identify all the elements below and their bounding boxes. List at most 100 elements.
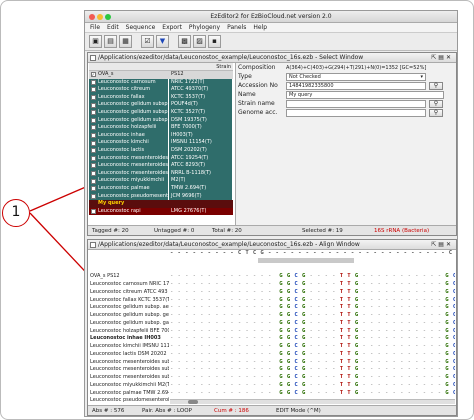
menu-panels[interactable]: Panels <box>227 23 246 32</box>
checkbox-icon[interactable]: ✓ <box>90 140 96 146</box>
align-window-icon[interactable]: ▨ <box>193 35 206 48</box>
alignment-name[interactable]: Leuconostoc palmae TMW 2.694 <box>89 390 169 398</box>
table-row[interactable]: ✓ OVA_s PS12 <box>89 71 233 79</box>
alignment-name[interactable]: Leuconostoc mesenteroides sub <box>89 359 169 367</box>
name-field[interactable]: My query <box>286 90 444 99</box>
window-controls[interactable]: ⇱▤✕ <box>431 240 453 249</box>
alignment-name[interactable]: Leuconostoc mesenteroides sub <box>89 374 169 382</box>
strain-search-icon[interactable]: ⚲ <box>429 99 443 108</box>
table-row[interactable]: ✓Leuconostoc mesenteroides sub...NRRL B-… <box>89 169 233 178</box>
table-row[interactable]: ✓Leuconostoc gelidum subsp. ae...POUF4d(… <box>89 101 233 109</box>
table-row[interactable]: ✓ Leuconostoc holzapfelii BFE 7000(T) <box>89 124 233 132</box>
checkbox-icon[interactable]: ✓ <box>90 193 96 199</box>
table-row[interactable]: ✓Leuconostoc mesenteroides sub...ATCC 19… <box>89 154 233 163</box>
row-checkbox[interactable]: ✓ <box>89 79 97 87</box>
alignment-name[interactable] <box>89 250 169 258</box>
checkbox-icon[interactable]: ✓ <box>90 95 96 101</box>
row-checkbox[interactable]: ✓ <box>89 185 97 193</box>
table-row[interactable]: My query <box>89 200 233 208</box>
alignment-name[interactable] <box>89 266 169 274</box>
strain-header[interactable]: Strain <box>169 63 233 70</box>
row-checkbox[interactable]: ✓ <box>89 71 97 79</box>
checkbox-icon[interactable]: ✓ <box>90 163 96 169</box>
alignment-name[interactable] <box>89 258 169 266</box>
strain-field[interactable] <box>286 99 426 108</box>
accession-field[interactable]: 14841982335800 <box>286 81 426 90</box>
row-checkbox[interactable]: ✓ <box>89 208 97 216</box>
menu-sequence[interactable]: Sequence <box>126 23 156 32</box>
checkbox-icon[interactable]: ✓ <box>90 178 96 184</box>
tree-window-icon[interactable]: ▪ <box>208 35 221 48</box>
alignment-name[interactable]: Leuconostoc citreum ATCC 493 <box>89 289 169 297</box>
alignment-name[interactable]: Leuconostoc gelidum subsp. ae <box>89 304 169 312</box>
alignment-name[interactable]: Leuconostoc inhae IH003 <box>89 335 169 343</box>
table-row[interactable]: ✓ Leuconostoc fallax KCTC 3537(T) <box>89 93 233 102</box>
checkbox-icon[interactable]: ✓ <box>90 110 96 116</box>
checkbox-icon[interactable]: ✓ <box>90 186 96 192</box>
row-checkbox[interactable]: ✓ <box>89 147 97 155</box>
alignment-name[interactable]: Leuconostoc mesenteroides sub <box>89 366 169 374</box>
filter-icon[interactable]: ▼ <box>156 35 169 48</box>
checkbox-icon[interactable]: ✓ <box>90 148 96 154</box>
checkbox-icon[interactable]: ✓ <box>90 171 96 177</box>
scroll-thumb[interactable] <box>188 400 198 404</box>
alignment-name[interactable]: Leuconostoc carnosum NRIC 17 <box>89 281 169 289</box>
alignment-name[interactable]: Leuconostoc gelidum subsp. ga <box>89 320 169 328</box>
zoom-icon[interactable] <box>105 14 111 20</box>
alignment-name[interactable]: Leuconostoc fallax KCTC 3537(T <box>89 297 169 305</box>
row-checkbox[interactable]: ✓ <box>89 155 97 163</box>
checkbox-icon[interactable]: ✓ <box>90 155 96 161</box>
alignment-name[interactable]: Leuconostoc gelidum subsp. gel <box>89 312 169 320</box>
alignment-name[interactable]: Leuconostoc kimchii IMSNU 111 <box>89 343 169 351</box>
checkbox-icon[interactable]: ✓ <box>90 102 96 108</box>
minimize-icon[interactable] <box>97 14 103 20</box>
checkbox-icon[interactable]: ✓ <box>90 208 96 214</box>
close-icon[interactable] <box>89 14 95 20</box>
table-row[interactable]: ✓Leuconostoc gelidum subsp. gel...KCTC 3… <box>89 108 233 117</box>
checkbox-icon[interactable]: ✓ <box>90 72 96 78</box>
type-select[interactable]: Not Checked ▾ <box>286 72 426 81</box>
checkbox-icon[interactable]: ✓ <box>90 79 96 85</box>
menu-export[interactable]: Export <box>162 23 182 32</box>
genome-search-icon[interactable]: ⚲ <box>429 108 443 117</box>
window-controls[interactable]: ⇱▤✕ <box>431 53 453 62</box>
row-checkbox[interactable] <box>89 200 97 208</box>
menu-file[interactable]: File <box>90 23 100 32</box>
save-icon[interactable]: ▤ <box>104 35 117 48</box>
genome-field[interactable] <box>286 108 426 117</box>
checkbox-icon[interactable]: ✓ <box>90 133 96 139</box>
row-checkbox[interactable]: ✓ <box>89 86 97 94</box>
table-row[interactable]: ✓ Leuconostoc carnosum NRIC 1722(T) <box>89 78 233 87</box>
row-checkbox[interactable]: ✓ <box>89 177 97 185</box>
accession-search-icon[interactable]: ⚲ <box>429 81 443 90</box>
table-row[interactable]: ✓Leuconostoc pseudomesenteroi...JCM 9696… <box>89 192 233 201</box>
table-row[interactable]: ✓ Leuconostoc miyukkimchii M2(T) <box>89 177 233 185</box>
alignment-name[interactable]: Leuconostoc lactis DSM 20202 <box>89 351 169 359</box>
row-checkbox[interactable]: ✓ <box>89 139 97 147</box>
table-row[interactable]: ✓ Leuconostoc citreum ATCC 49370(T) <box>89 86 233 94</box>
tag-icon[interactable]: ☑ <box>141 35 154 48</box>
save-as-icon[interactable]: ▦ <box>119 35 132 48</box>
menu-phylogeny[interactable]: Phylogeny <box>189 23 220 32</box>
row-checkbox[interactable]: ✓ <box>89 101 97 109</box>
window-menu-icon[interactable] <box>90 242 96 248</box>
horizontal-scrollbar[interactable] <box>170 399 455 404</box>
checkbox-icon[interactable]: ✓ <box>90 117 96 123</box>
alignment-name[interactable]: Leuconostoc holzapfelii BFE 700 <box>89 328 169 336</box>
window-menu-icon[interactable] <box>90 55 96 61</box>
row-checkbox[interactable]: ✓ <box>89 109 97 117</box>
menu-edit[interactable]: Edit <box>107 23 119 32</box>
row-checkbox[interactable]: ✓ <box>89 94 97 102</box>
checkbox-icon[interactable]: ✓ <box>90 125 96 131</box>
row-checkbox[interactable]: ✓ <box>89 162 97 170</box>
row-checkbox[interactable]: ✓ <box>89 124 97 132</box>
alignment-name[interactable]: Leuconostoc miyukkimchii M2(T <box>89 382 169 390</box>
table-row[interactable]: ✓ Leuconostoc lactis DSM 20202(T) <box>89 146 233 155</box>
checkbox-icon[interactable]: ✓ <box>90 87 96 93</box>
row-checkbox[interactable]: ✓ <box>89 117 97 125</box>
open-file-icon[interactable]: ▣ <box>89 35 102 48</box>
row-checkbox[interactable]: ✓ <box>89 170 97 178</box>
table-row[interactable]: ✓ Leuconostoc palmae TMW 2.694(T) <box>89 184 233 193</box>
alignment-name[interactable]: OVA_s PS12 <box>89 273 169 281</box>
row-checkbox[interactable]: ✓ <box>89 193 97 201</box>
